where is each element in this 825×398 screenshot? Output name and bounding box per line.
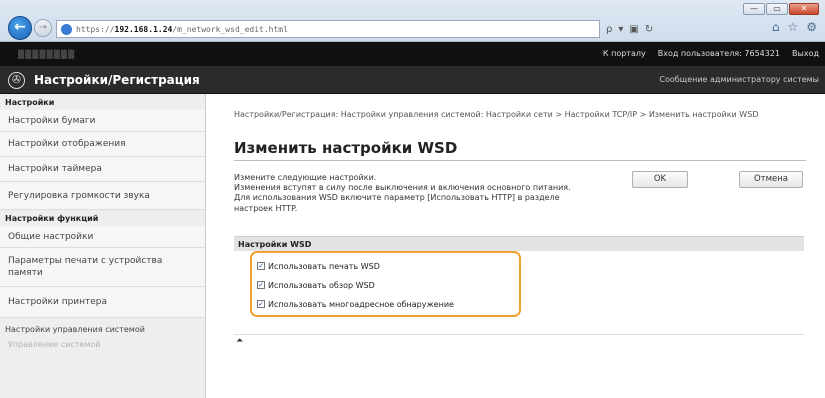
minimize-button[interactable]: — [743, 3, 765, 15]
favorites-star-icon[interactable]: ☆ [787, 20, 798, 34]
arrow-left-icon: ← [14, 19, 26, 35]
wsd-browse-option[interactable]: ✓ Использовать обзор WSD [257, 278, 375, 292]
wsd-section-header: Настройки WSD [234, 236, 804, 251]
sidebar-item-timer[interactable]: Настройки таймера [0, 157, 205, 182]
address-tools: ρ ▾ ▣ ↻ [600, 20, 666, 38]
window-controls: — ▭ ✕ [743, 3, 819, 15]
sidebar-section-functions: Настройки функций [5, 214, 99, 223]
gear-icon[interactable]: ⚙ [806, 20, 817, 34]
back-button[interactable]: ← [8, 16, 32, 40]
sidebar-item-volume[interactable]: Регулировка громкости звука [0, 182, 205, 210]
device-name-blurred: ▒▒▒▒▒▒▒▒ [18, 50, 76, 59]
main-content: Настройки/Регистрация: Настройки управле… [206, 94, 825, 398]
maximize-button[interactable]: ▭ [766, 3, 788, 15]
description: Измените следующие настройки. Изменения … [234, 173, 654, 214]
description-line: Для использования WSD включите параметр … [234, 193, 560, 203]
search-icon[interactable]: ρ [606, 24, 612, 35]
logout-link[interactable]: Выход [792, 49, 819, 58]
cancel-button[interactable]: Отмена [739, 171, 803, 188]
option-label: Использовать печать WSD [268, 261, 380, 271]
description-line: настроек HTTP. [234, 203, 298, 213]
sidebar-item-paper[interactable]: Настройки бумаги [0, 110, 205, 132]
app-titlebar: ✇ Настройки/Регистрация Сообщение админи… [0, 66, 825, 94]
sidebar-item-printer[interactable]: Настройки принтера [0, 287, 205, 318]
settings-registration-icon: ✇ [8, 72, 25, 89]
option-label: Использовать обзор WSD [268, 280, 375, 290]
arrow-right-icon: → [38, 22, 48, 33]
wsd-print-checkbox[interactable]: ✓ [257, 262, 265, 270]
sidebar: Настройки Настройки бумаги Настройки ото… [0, 94, 206, 398]
multicast-discovery-checkbox[interactable]: ✓ [257, 300, 265, 308]
app-topbar: ▒▒▒▒▒▒▒▒ К порталу Вход пользователя: 76… [0, 42, 825, 66]
page-title: Изменить настройки WSD [234, 139, 458, 157]
description-line: Изменения вступят в силу после выключени… [234, 183, 571, 193]
user-info: Вход пользователя: 7654321 [657, 49, 781, 58]
forward-button[interactable]: → [34, 19, 52, 37]
ok-button[interactable]: OK [632, 171, 688, 188]
sidebar-item-faded[interactable]: Управление системой [0, 340, 205, 354]
browser-toolbar: — ▭ ✕ ← → https://192.168.1.24/m_network… [0, 0, 825, 42]
sidebar-item-display[interactable]: Настройки отображения [0, 132, 205, 157]
sidebar-item-system-management[interactable]: Настройки управления системой [0, 318, 205, 340]
wsd-print-option[interactable]: ✓ Использовать печать WSD [257, 259, 380, 273]
url-text: https://192.168.1.24/m_network_wsd_edit.… [76, 24, 288, 34]
sidebar-item-memory-print[interactable]: Параметры печати с устройства памяти [0, 248, 205, 287]
sidebar-item-common[interactable]: Общие настройки [0, 226, 205, 248]
refresh-icon[interactable]: ↻ [645, 24, 653, 35]
browser-tools: ⌂ ☆ ⚙ [772, 20, 817, 34]
admin-message-link[interactable]: Сообщение администратору системы [659, 75, 819, 84]
address-bar[interactable]: https://192.168.1.24/m_network_wsd_edit.… [56, 20, 600, 38]
close-window-button[interactable]: ✕ [789, 3, 819, 15]
title-divider [234, 160, 806, 161]
wsd-browse-checkbox[interactable]: ✓ [257, 281, 265, 289]
option-label: Использовать многоадресное обнаружение [268, 299, 454, 309]
description-line: Измените следующие настройки. [234, 173, 377, 182]
dropdown-icon[interactable]: ▾ [618, 24, 623, 35]
multicast-discovery-option[interactable]: ✓ Использовать многоадресное обнаружение [257, 297, 454, 311]
app-title: Настройки/Регистрация [34, 73, 200, 87]
home-icon[interactable]: ⌂ [772, 20, 780, 34]
portal-link[interactable]: К порталу [603, 49, 646, 58]
breadcrumb: Настройки/Регистрация: Настройки управле… [234, 110, 759, 119]
certificate-icon[interactable]: ▣ [629, 24, 638, 35]
sidebar-section-settings: Настройки [5, 98, 55, 107]
back-to-top-icon[interactable]: ⏶ [236, 336, 243, 346]
topbar-links: К порталу Вход пользователя: 7654321 Вых… [603, 49, 819, 58]
page-icon [61, 23, 72, 35]
